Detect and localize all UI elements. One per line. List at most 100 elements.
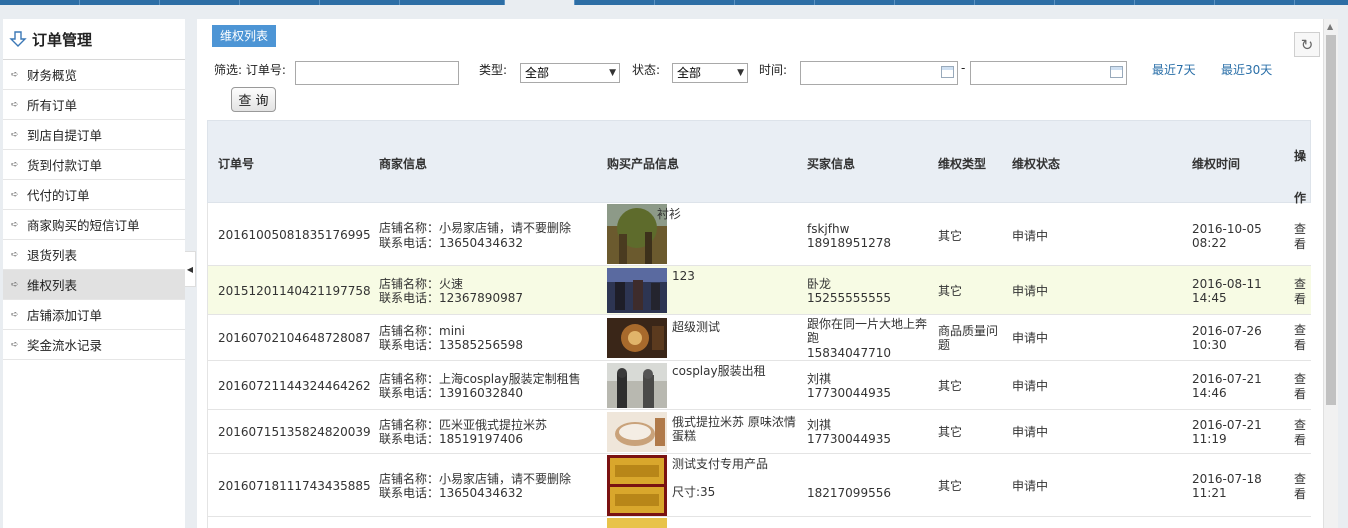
top-nav-tab[interactable] (1055, 0, 1135, 5)
rights-time: 08:22 (1192, 236, 1227, 250)
top-nav-tab[interactable] (895, 0, 975, 5)
sidebar-item-label: 退货列表 (27, 248, 78, 263)
view-link[interactable]: 查看 (1294, 277, 1308, 307)
arrow-right-icon: ➪ (11, 69, 19, 80)
tab-rights-list[interactable]: 维权列表 (212, 25, 277, 47)
buyer-name: 卧龙 (807, 277, 832, 291)
last-30-days-link[interactable]: 最近30天 (1221, 61, 1272, 78)
top-nav-tab[interactable] (320, 0, 400, 5)
query-button[interactable]: 查 询 (231, 87, 276, 112)
col-buyer-info: 买家信息 (807, 157, 856, 171)
sidebar-item-bonus-flow[interactable]: ➪ 奖金流水记录 (3, 330, 185, 360)
rights-time: 11:19 (1192, 432, 1227, 446)
order-no-input[interactable] (295, 61, 459, 85)
rights-date: 2016-08-11 (1192, 277, 1262, 291)
buyer-phone: 15834047710 (807, 346, 891, 360)
product-thumbnail[interactable] (607, 318, 667, 358)
time-from-input[interactable] (800, 61, 958, 85)
view-link[interactable]: 查看 (1294, 372, 1308, 402)
product-thumbnail[interactable] (607, 363, 667, 408)
view-link[interactable]: 查看 (1294, 323, 1308, 353)
rights-status: 申请中 (1012, 479, 1049, 493)
sidebar-item-all-orders[interactable]: ➪ 所有订单 (3, 90, 185, 120)
table-row: 20151201140421197758 店铺名称：火速 联系电话：123678… (207, 266, 1311, 315)
top-nav-tab[interactable] (975, 0, 1055, 5)
sidebar-title-text: 订单管理 (32, 30, 93, 49)
rights-status: 申请中 (1012, 284, 1049, 298)
sidebar-item-label: 货到付款订单 (27, 158, 103, 173)
top-nav-tab[interactable] (1215, 0, 1295, 5)
product-name: 123 (672, 269, 695, 283)
view-link[interactable]: 查看 (1294, 418, 1308, 448)
product-thumbnail[interactable] (607, 412, 667, 452)
rights-type: 其它 (938, 379, 963, 393)
top-nav-tab[interactable] (655, 0, 735, 5)
sidebar-item-proxy-pay[interactable]: ➪ 代付的订单 (3, 180, 185, 210)
top-nav-tab[interactable] (400, 0, 505, 5)
sidebar-item-label: 奖金流水记录 (27, 338, 103, 353)
col-order-no: 订单号 (218, 157, 255, 171)
sidebar-item-label: 代付的订单 (27, 188, 90, 203)
top-nav-tab[interactable] (735, 0, 815, 5)
calendar-icon[interactable] (941, 66, 954, 78)
sidebar-item-finance-overview[interactable]: ➪ 财务概览 (3, 60, 185, 90)
vertical-scrollbar[interactable]: ▲ (1323, 19, 1338, 528)
product-thumbnail[interactable] (607, 268, 667, 313)
order-no: 20161005081835176995 (218, 228, 371, 242)
arrow-right-icon: ➪ (11, 249, 19, 260)
filter-order-no-label: 筛选: 订单号: (214, 63, 286, 77)
top-nav-tab[interactable] (1135, 0, 1215, 5)
shop-name: 店铺名称：小易家店铺，请不要删除 (379, 221, 572, 235)
product-image (607, 363, 667, 408)
collapse-sidebar-icon[interactable]: ◀ (185, 251, 196, 287)
sidebar-item-cod-orders[interactable]: ➪ 货到付款订单 (3, 150, 185, 180)
top-nav-tab[interactable] (815, 0, 895, 5)
status-select-value: 全部 (677, 66, 702, 80)
buyer-phone: 15255555555 (807, 291, 891, 305)
product-thumbnail[interactable] (607, 455, 667, 516)
scrollbar-thumb[interactable] (1326, 35, 1336, 405)
view-link[interactable]: 查看 (1294, 472, 1308, 502)
rights-date: 2016-10-05 (1192, 222, 1262, 236)
rights-status: 申请中 (1012, 229, 1049, 243)
order-no: 20151201140421197758 (218, 284, 371, 298)
sidebar-item-rights-protection[interactable]: ➪ 维权列表 (3, 270, 185, 300)
time-to-input[interactable] (970, 61, 1127, 85)
product-image (607, 412, 667, 452)
top-nav-tab[interactable] (575, 0, 655, 5)
col-product-info: 购买产品信息 (607, 157, 680, 171)
rights-time: 10:30 (1192, 338, 1227, 352)
calendar-icon[interactable] (1110, 66, 1123, 78)
sidebar: 订单管理 ➪ 财务概览 ➪ 所有订单 ➪ 到店自提订单 ➪ 货到付款订单 ➪ 代付的订单 … (3, 19, 185, 528)
product-thumbnail[interactable] (607, 518, 667, 528)
table-row: 20161005081835176995 店铺名称：小易家店铺，请不要删除 联系… (207, 203, 1311, 266)
status-select[interactable]: 全部 ▼ (672, 63, 748, 83)
time-from-field[interactable] (800, 61, 958, 85)
top-nav-tab-active[interactable] (505, 0, 575, 5)
top-nav-tab[interactable] (0, 0, 80, 5)
arrow-right-icon: ➪ (11, 129, 19, 140)
refresh-icon[interactable]: ↻ (1294, 32, 1320, 57)
arrow-right-icon: ➪ (11, 279, 19, 290)
shop-phone: 联系电话：13650434632 (379, 486, 523, 500)
rights-type: 其它 (938, 284, 963, 298)
last-7-days-link[interactable]: 最近7天 (1152, 61, 1196, 78)
order-no: 20160721144324464262 (218, 379, 371, 393)
view-link[interactable]: 查看 (1294, 222, 1308, 252)
sidebar-item-store-add-order[interactable]: ➪ 店铺添加订单 (3, 300, 185, 330)
top-nav-tab[interactable] (80, 0, 160, 5)
rights-date: 2016-07-21 (1192, 418, 1262, 432)
arrow-right-icon: ➪ (11, 219, 19, 230)
top-nav-tab[interactable] (160, 0, 240, 5)
type-select[interactable]: 全部 ▼ (520, 63, 620, 83)
rights-date: 2016-07-21 (1192, 372, 1262, 386)
buyer-name: 刘祺 (807, 372, 832, 386)
time-to-field[interactable] (970, 61, 1127, 85)
top-nav-tab[interactable] (240, 0, 320, 5)
sidebar-item-store-pickup[interactable]: ➪ 到店自提订单 (3, 120, 185, 150)
scroll-up-icon[interactable]: ▲ (1327, 22, 1333, 31)
table-row-partial (207, 517, 1311, 528)
sidebar-item-returns[interactable]: ➪ 退货列表 (3, 240, 185, 270)
order-no: 20160718111743435885 (218, 479, 371, 493)
sidebar-item-sms-orders[interactable]: ➪ 商家购买的短信订单 (3, 210, 185, 240)
